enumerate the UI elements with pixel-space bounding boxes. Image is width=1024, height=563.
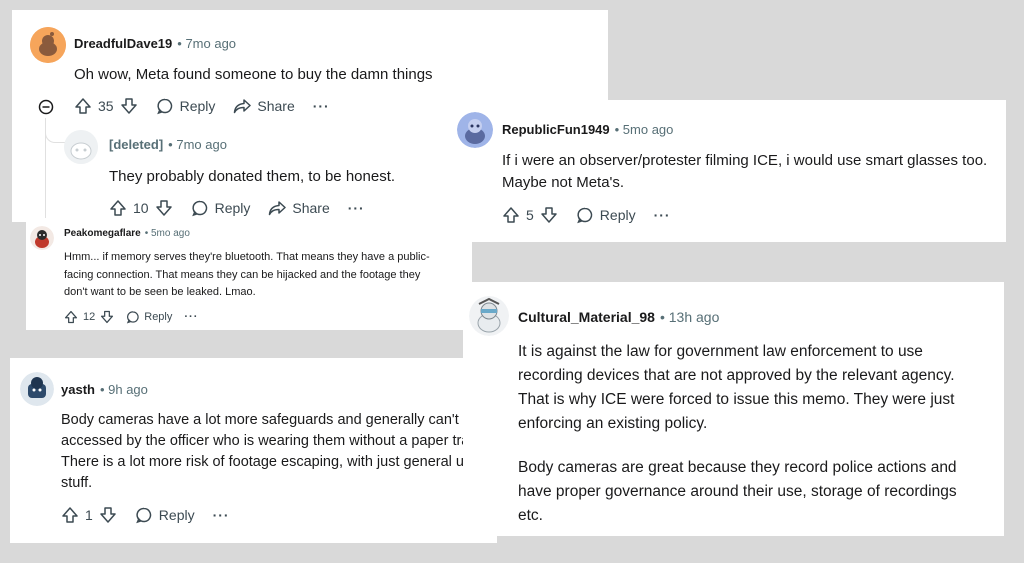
snoo-avatar-icon	[30, 226, 54, 250]
downvote-icon[interactable]	[99, 506, 117, 524]
more-options-button[interactable]: ···	[313, 98, 330, 114]
upvote-icon	[62, 507, 78, 523]
comment-text: If i were an observer/protester filming …	[502, 152, 988, 191]
thread-connector	[45, 128, 66, 143]
upvote-icon	[75, 98, 91, 114]
username: [deleted]	[109, 137, 164, 152]
reply-button[interactable]: Reply	[191, 199, 250, 217]
avatar[interactable]	[30, 27, 66, 63]
vote-count: 35	[98, 98, 114, 114]
collapse-icon[interactable]	[38, 99, 54, 115]
upvote-icon	[110, 200, 126, 216]
timestamp: • 5mo ago	[614, 122, 674, 137]
share-button[interactable]: Share	[233, 97, 295, 115]
username[interactable]: Peakomegaflare	[64, 228, 141, 239]
avatar[interactable]	[457, 112, 493, 148]
reply-icon	[135, 507, 152, 524]
timestamp: • 13h ago	[659, 309, 720, 325]
avatar[interactable]	[469, 296, 509, 336]
upvote-icon	[503, 207, 519, 223]
comment-card-yasth: yasth • 9h ago Body cameras have a lot m…	[10, 358, 497, 543]
username[interactable]: RepublicFun1949	[502, 122, 610, 137]
timestamp: • 5mo ago	[144, 228, 190, 239]
reply-button[interactable]: Reply	[156, 97, 215, 115]
timestamp: • 7mo ago	[168, 137, 227, 152]
upvote-button[interactable]: 12	[64, 310, 114, 324]
comment-card-peakomegaflare: Peakomegaflare • 5mo ago Hmm... if memor…	[26, 222, 472, 330]
avatar[interactable]	[30, 226, 54, 250]
upvote-button[interactable]: 5	[502, 206, 558, 224]
comment-text: Hmm... if memory serves they're bluetoot…	[64, 251, 430, 299]
upvote-button[interactable]: 10	[109, 199, 173, 217]
snoo-avatar-icon	[30, 27, 66, 63]
downvote-icon[interactable]	[155, 199, 173, 217]
share-icon	[234, 99, 252, 114]
more-options-button[interactable]: ···	[348, 200, 365, 216]
downvote-icon[interactable]	[120, 97, 138, 115]
comment-text: They probably donated them, to be honest…	[109, 168, 396, 185]
reply-icon	[156, 98, 172, 115]
reply-button[interactable]: Reply	[135, 506, 195, 524]
avatar	[64, 130, 98, 164]
vote-count: 10	[133, 200, 149, 216]
vote-count: 1	[85, 507, 93, 523]
username[interactable]: Cultural_Material_98	[518, 309, 655, 325]
username[interactable]: DreadfulDave19	[74, 36, 172, 51]
reply-icon	[127, 311, 139, 324]
more-options-button[interactable]: ···	[654, 207, 671, 223]
more-options-button[interactable]: ···	[184, 311, 198, 323]
comment-text: Oh wow, Meta found someone to buy the da…	[74, 66, 433, 83]
timestamp: • 7mo ago	[177, 36, 237, 51]
more-options-button[interactable]: ···	[213, 507, 230, 523]
upvote-icon	[64, 310, 78, 324]
reply-icon	[191, 200, 207, 217]
downvote-icon[interactable]	[100, 310, 114, 324]
comment-text: Body cameras have a lot more safeguards …	[61, 412, 480, 492]
comment-card-cultural-material: Cultural_Material_98 • 13h ago It is aga…	[463, 282, 1004, 536]
comment-card-republicfun: RepublicFun1949 • 5mo ago If i were an o…	[447, 100, 1006, 242]
reply-icon	[576, 207, 593, 224]
downvote-icon[interactable]	[540, 206, 558, 224]
snoo-avatar-icon	[20, 372, 54, 406]
deleted-user-icon	[64, 130, 98, 164]
upvote-button[interactable]: 35	[74, 97, 138, 115]
avatar[interactable]	[20, 372, 54, 406]
timestamp: • 9h ago	[99, 382, 148, 397]
share-icon	[269, 201, 287, 216]
comment-text: It is against the law for government law…	[518, 343, 957, 524]
upvote-button[interactable]: 1	[61, 506, 117, 524]
reply-button[interactable]: Reply	[126, 310, 172, 324]
vote-count: 5	[526, 207, 534, 223]
share-button[interactable]: Share	[268, 199, 330, 217]
snoo-avatar-icon	[457, 112, 493, 148]
reply-button[interactable]: Reply	[576, 206, 636, 224]
username[interactable]: yasth	[61, 382, 95, 397]
snoo-avatar-icon	[469, 296, 509, 336]
vote-count: 12	[83, 311, 96, 323]
